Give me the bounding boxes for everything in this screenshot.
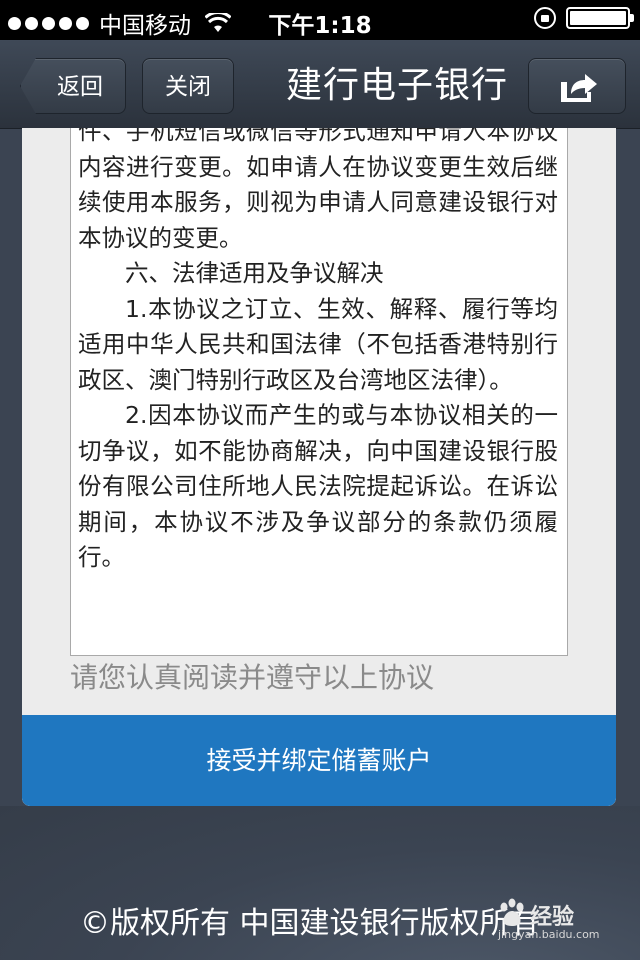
agreement-paragraph: 1.本协议之订立、生效、解释、履行等均适用中华人民共和国法律（不包括香港特别行政… [78, 294, 558, 394]
watermark-url: jingyan.baidu.com [498, 928, 600, 941]
copyright-text: ©版权所有 中国建设银行版权所有 [80, 906, 540, 941]
status-bar: 中国移动 下午1:18 [0, 0, 640, 40]
share-button[interactable] [528, 58, 626, 114]
watermark-title: 经验 [530, 905, 575, 930]
close-button[interactable]: 关闭 [142, 58, 234, 114]
share-icon [561, 74, 597, 102]
page-title: 建行电子银行 [286, 65, 509, 106]
navigation-bar: 返回 关闭 建行电子银行 [0, 40, 640, 129]
paw-logo-icon [500, 898, 524, 926]
agreement-paragraph: 2.因本协议而产生的或与本协议相关的一切争议，如不能协商解决，向中国建设银行股份… [78, 401, 558, 571]
agreement-paragraph: 件、手机短信或微信等形式通知申请人本协议内容进行变更。如申请人在协议变更生效后继… [78, 128, 558, 252]
agreement-text-box[interactable]: 件、手机短信或微信等形式通知申请人本协议内容进行变更。如申请人在协议变更生效后继… [70, 128, 568, 656]
battery-icon [566, 7, 634, 29]
baidu-watermark: 经验 jingyan.baidu.com [496, 895, 616, 945]
agreement-content: 件、手机短信或微信等形式通知申请人本协议内容进行变更。如申请人在协议变更生效后继… [78, 128, 558, 576]
rotation-lock-icon [534, 7, 556, 29]
read-notice: 请您认真阅读并遵守以上协议 [70, 661, 435, 694]
back-button[interactable]: 返回 [20, 58, 126, 114]
status-right [534, 7, 634, 29]
accept-bind-account-button[interactable]: 接受并绑定储蓄账户 [22, 715, 616, 806]
agreement-card: 件、手机短信或微信等形式通知申请人本协议内容进行变更。如申请人在协议变更生效后继… [22, 128, 616, 806]
agreement-section-heading: 六、法律适用及争议解决 [125, 259, 384, 287]
